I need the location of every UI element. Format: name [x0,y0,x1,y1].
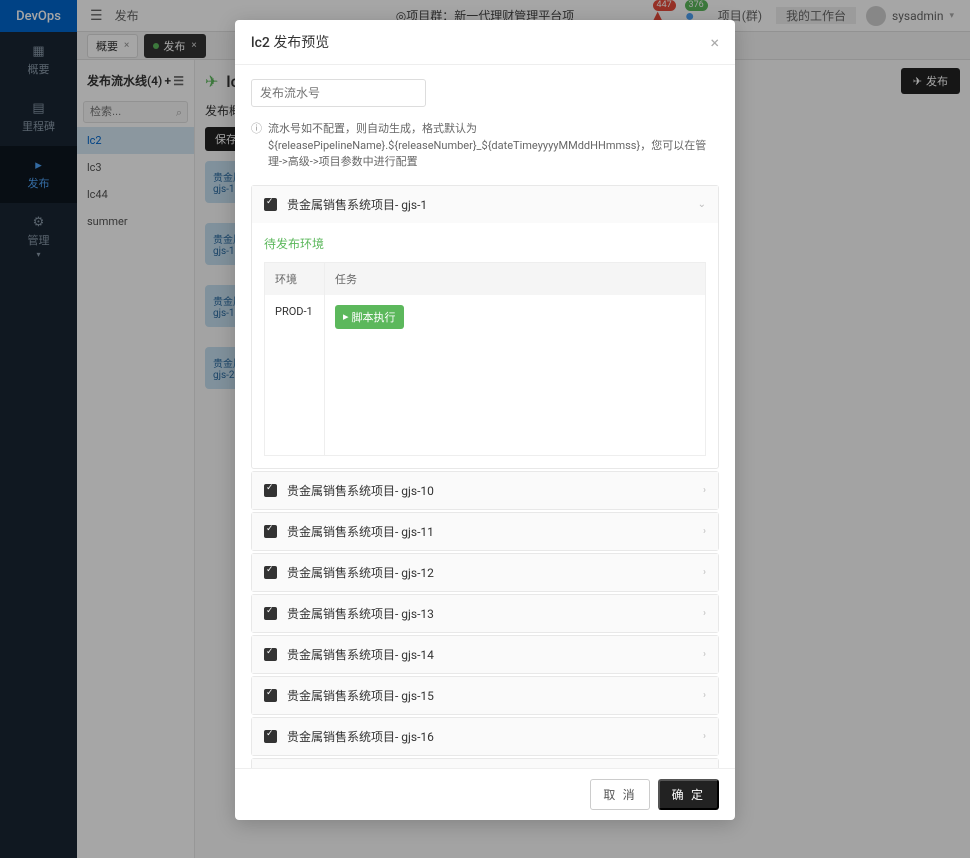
accordion-item: 贵金属销售系统项目- gjs-10› [251,471,719,510]
chevron-right-icon: › [703,608,706,619]
release-preview-modal: lc2 发布预览 × ⓘ 流水号如不配置，则自动生成，格式默认为${releas… [235,20,735,820]
chevron-right-icon: › [703,690,706,701]
checkbox[interactable] [264,689,277,702]
accordion-item: 贵金属销售系统项目- gjs-12› [251,553,719,592]
info-icon: ⓘ [251,121,262,171]
cell-task: ▸ 脚本执行 [325,295,705,455]
accordion-header[interactable]: 贵金属销售系统项目- gjs-20› [252,759,718,769]
accordion-header[interactable]: 贵金属销售系统项目- gjs-13› [252,595,718,632]
modal-footer: 取 消 确 定 [235,768,735,820]
accordion-body: 待发布环境 环境 任务 PROD-1 ▸ [252,223,718,468]
table-header: 环境 任务 [265,263,705,295]
release-number-input[interactable] [251,79,426,107]
env-section-title: 待发布环境 [264,235,706,252]
accordion-header[interactable]: 贵金属销售系统项目- gjs-15› [252,677,718,714]
accordion-item: 贵金属销售系统项目- gjs-13› [251,594,719,633]
accordion-header[interactable]: 贵金属销售系统项目- gjs-12› [252,554,718,591]
accordion-header[interactable]: 贵金属销售系统项目- gjs-14› [252,636,718,673]
modal-title: lc2 发布预览 [251,32,329,52]
cancel-button[interactable]: 取 消 [590,779,649,810]
accordion-item: 贵金属销售系统项目- gjs-20› [251,758,719,769]
col-task: 任务 [325,263,705,295]
accordion-header[interactable]: 贵金属销售系统项目- gjs-11› [252,513,718,550]
checkbox[interactable] [264,730,277,743]
accordion-header[interactable]: 贵金属销售系统项目- gjs-1 ⌄ [252,186,718,223]
modal-body: ⓘ 流水号如不配置，则自动生成，格式默认为${releasePipelineNa… [235,65,735,768]
accordion-item: 贵金属销售系统项目- gjs-16› [251,717,719,756]
close-icon[interactable]: × [710,33,719,52]
chevron-right-icon: › [703,526,706,537]
script-run-button[interactable]: ▸ 脚本执行 [335,305,404,329]
accordion-header[interactable]: 贵金属销售系统项目- gjs-16› [252,718,718,755]
modal-overlay[interactable]: lc2 发布预览 × ⓘ 流水号如不配置，则自动生成，格式默认为${releas… [0,0,970,858]
table-row: PROD-1 ▸ 脚本执行 [265,295,705,455]
ok-button[interactable]: 确 定 [658,779,719,810]
project-accordion-list: 贵金属销售系统项目- gjs-1 ⌄ 待发布环境 环境 任务 PROD-1 [251,185,719,769]
modal-header: lc2 发布预览 × [235,20,735,65]
accordion-item: 贵金属销售系统项目- gjs-1 ⌄ 待发布环境 环境 任务 PROD-1 [251,185,719,469]
chevron-right-icon: › [703,649,706,660]
chevron-down-icon: ⌄ [698,199,706,210]
cell-env: PROD-1 [265,295,325,455]
checkbox[interactable] [264,525,277,538]
col-env: 环境 [265,263,325,295]
checkbox[interactable] [264,648,277,661]
env-table: 环境 任务 PROD-1 ▸ 脚本执行 [264,262,706,456]
play-icon: ▸ [343,310,349,323]
checkbox[interactable] [264,607,277,620]
chevron-right-icon: › [703,567,706,578]
checkbox[interactable] [264,484,277,497]
accordion-item: 贵金属销售系统项目- gjs-11› [251,512,719,551]
chevron-right-icon: › [703,731,706,742]
chevron-right-icon: › [703,485,706,496]
info-note: ⓘ 流水号如不配置，则自动生成，格式默认为${releasePipelineNa… [251,121,719,171]
checkbox[interactable] [264,198,277,211]
accordion-item: 贵金属销售系统项目- gjs-15› [251,676,719,715]
accordion-item: 贵金属销售系统项目- gjs-14› [251,635,719,674]
checkbox[interactable] [264,566,277,579]
accordion-header[interactable]: 贵金属销售系统项目- gjs-10› [252,472,718,509]
